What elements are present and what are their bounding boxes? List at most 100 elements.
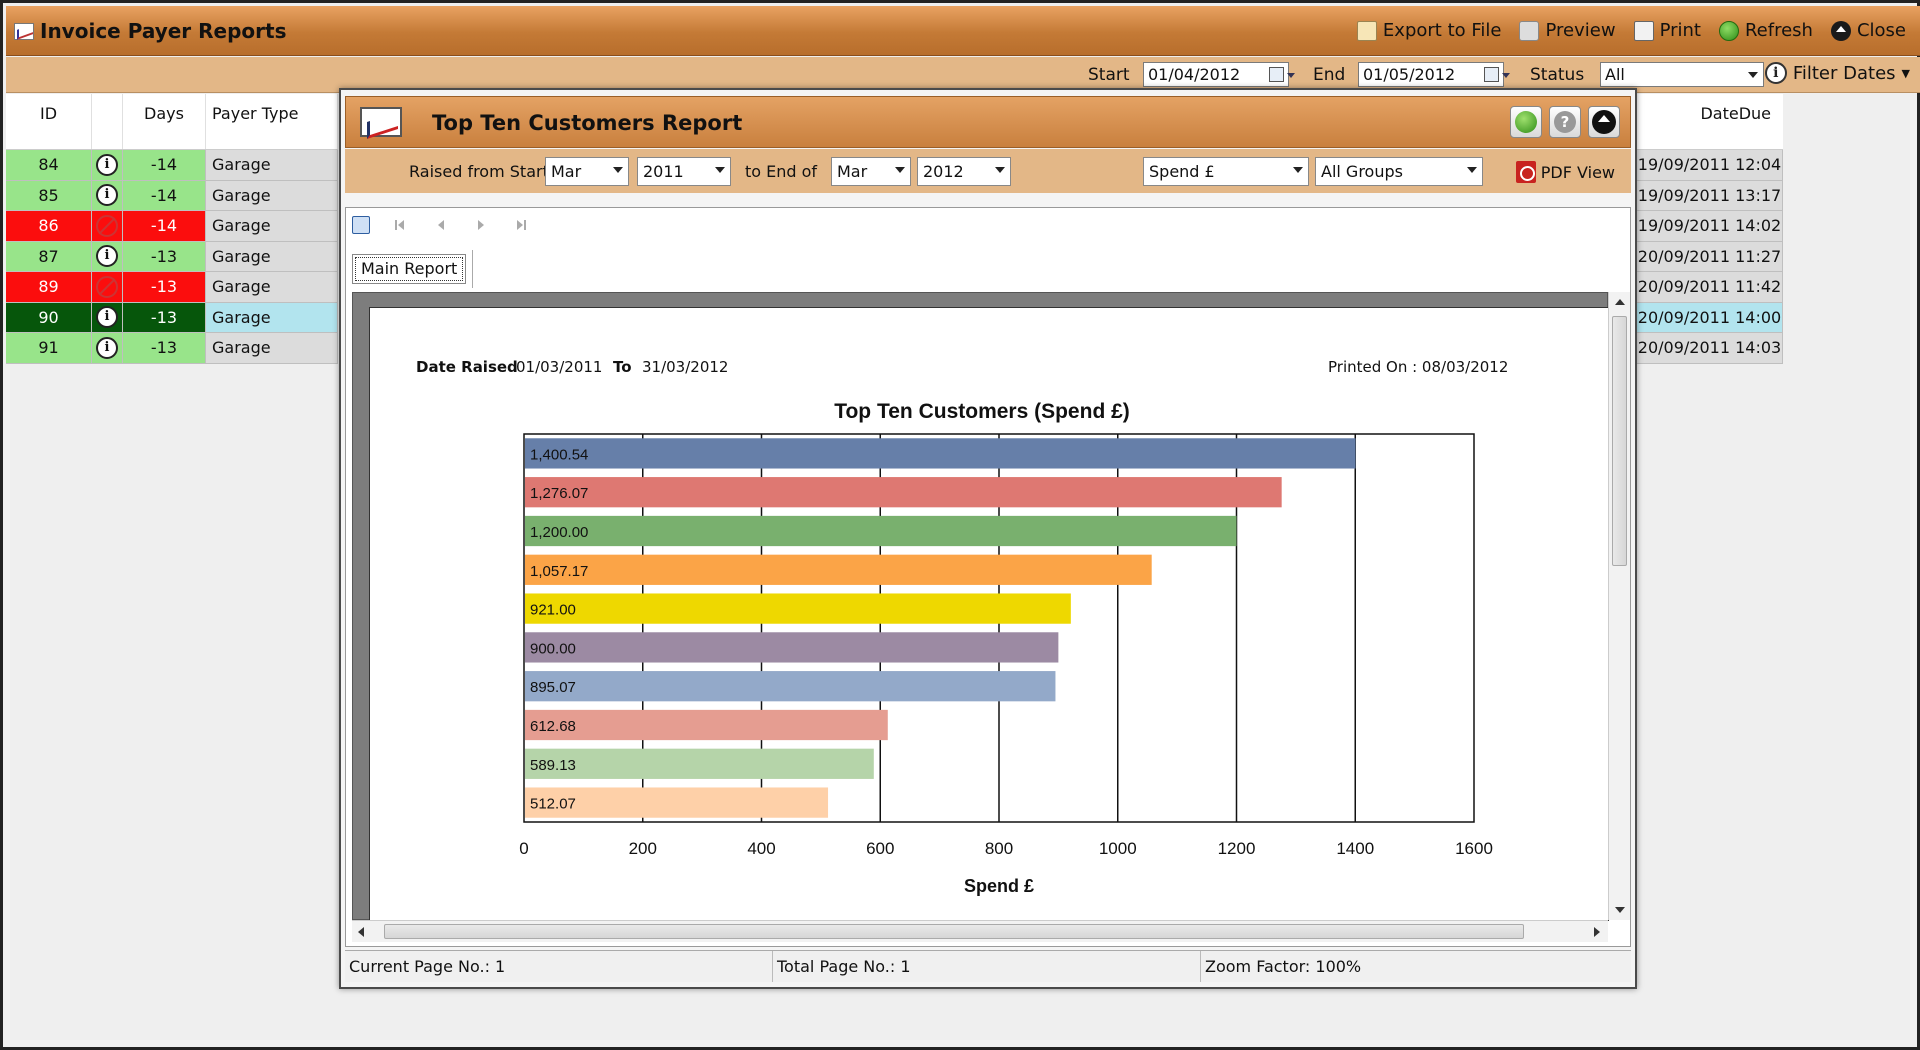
calendar-icon[interactable] xyxy=(1269,67,1295,82)
current-page-status: Current Page No.: 1 xyxy=(345,951,773,982)
close-button[interactable]: Close xyxy=(1830,20,1906,41)
cell-days: -14 xyxy=(123,150,206,180)
next-page-icon[interactable] xyxy=(472,216,490,234)
chevron-down-icon xyxy=(1467,167,1477,173)
last-page-icon[interactable] xyxy=(512,216,530,234)
cell-status-icon[interactable]: i xyxy=(92,302,123,332)
scroll-left-icon[interactable] xyxy=(358,927,364,937)
table-row[interactable]: 90 i -13 Garage xyxy=(6,302,338,333)
pdf-icon xyxy=(1515,161,1536,183)
cell-status-icon[interactable]: i xyxy=(92,150,123,180)
filter-dates-button[interactable]: i Filter Dates ▼ xyxy=(1764,62,1910,84)
chevron-down-icon xyxy=(895,167,905,173)
x-tick-label: 1400 xyxy=(1336,839,1374,858)
table-row[interactable]: 87 i -13 Garage xyxy=(6,241,338,272)
cell-status-icon[interactable] xyxy=(92,211,123,241)
to-year-select[interactable]: 2012 xyxy=(917,157,1011,186)
cell-date-due[interactable]: 20/09/2011 14:03 xyxy=(1637,333,1783,364)
scroll-up-icon[interactable] xyxy=(1615,299,1625,305)
start-date-field[interactable]: 01/04/2012 xyxy=(1143,62,1295,87)
cell-days: -13 xyxy=(123,302,206,332)
first-page-icon[interactable] xyxy=(392,216,410,234)
end-date-field[interactable]: 01/05/2012 xyxy=(1358,62,1510,87)
refresh-icon xyxy=(1515,111,1537,133)
table-row[interactable]: 84 i -14 Garage xyxy=(6,150,338,181)
blocked-icon xyxy=(96,214,118,237)
x-tick-label: 1600 xyxy=(1455,839,1493,858)
table-row[interactable]: 85 i -14 Garage xyxy=(6,180,338,211)
scroll-down-icon[interactable] xyxy=(1615,907,1625,913)
table-row[interactable]: 89 -13 Garage xyxy=(6,272,338,303)
toolbar: Export to File Preview Print Refresh Clo… xyxy=(1356,20,1906,41)
grid-body: 84 i -14 Garage 85 i -14 Garage 86 -14 Garage 87 i -1… xyxy=(6,150,338,364)
x-tick-label: 600 xyxy=(866,839,894,858)
print-button[interactable]: Print xyxy=(1633,20,1701,41)
cell-status-icon[interactable]: i xyxy=(92,333,123,363)
table-row[interactable]: 86 -14 Garage xyxy=(6,211,338,242)
cell-status-icon[interactable]: i xyxy=(92,180,123,210)
from-year-select[interactable]: 2011 xyxy=(637,157,731,186)
x-axis-label: Spend £ xyxy=(964,876,1034,896)
print-icon xyxy=(1633,20,1654,41)
preview-button[interactable]: Preview xyxy=(1519,20,1616,41)
cell-date-due[interactable]: 19/09/2011 14:02 xyxy=(1637,211,1783,242)
export-icon xyxy=(1356,20,1377,41)
zoom-status: Zoom Factor: 100% xyxy=(1205,957,1362,976)
filter-dates-label: Filter Dates xyxy=(1792,62,1896,84)
x-tick-label: 800 xyxy=(985,839,1013,858)
report-icon xyxy=(14,23,34,40)
chevron-down-icon xyxy=(995,167,1005,173)
invoice-grid: ID Days Payer Type 84 i -14 Garage 85 i -14 Gar… xyxy=(6,94,338,364)
cell-status-icon[interactable] xyxy=(92,272,123,302)
eject-icon xyxy=(1592,110,1616,134)
vertical-scrollbar[interactable] xyxy=(1608,292,1630,920)
cell-date-due[interactable]: 20/09/2011 14:00 xyxy=(1637,302,1783,333)
scroll-right-icon[interactable] xyxy=(1594,927,1600,937)
chevron-down-icon: ▼ xyxy=(1901,66,1910,80)
cell-status-icon[interactable]: i xyxy=(92,241,123,271)
table-row[interactable]: 91 i -13 Garage xyxy=(6,333,338,364)
cell-date-due[interactable]: 20/09/2011 11:42 xyxy=(1637,272,1783,303)
bar-value-label: 1,276.07 xyxy=(530,485,588,502)
cell-date-due[interactable]: 19/09/2011 12:04 xyxy=(1637,150,1783,181)
horizontal-scroll-thumb[interactable] xyxy=(384,924,1524,939)
bar-value-label: 612.68 xyxy=(530,718,576,735)
measure-select[interactable]: Spend £ xyxy=(1143,157,1309,186)
cell-date-due[interactable]: 19/09/2011 13:17 xyxy=(1637,180,1783,211)
from-month-select[interactable]: Mar xyxy=(545,157,629,186)
viewer-status-bar: Current Page No.: 1 Total Page No.: 1 Zo… xyxy=(345,950,1631,982)
export-to-file-label: Export to File xyxy=(1382,20,1502,41)
to-month-select[interactable]: Mar xyxy=(831,157,911,186)
column-header-payer-type[interactable]: Payer Type xyxy=(206,94,338,149)
group-value: All Groups xyxy=(1321,162,1403,181)
dialog-help-button[interactable]: ? xyxy=(1549,106,1581,138)
column-header-icon[interactable] xyxy=(92,94,123,149)
vertical-scroll-thumb[interactable] xyxy=(1612,316,1627,566)
app-title: Invoice Payer Reports xyxy=(40,19,287,43)
top-ten-customers-chart: Top Ten Customers (Spend £) 1,400.54 1,27… xyxy=(519,400,1493,896)
column-header-id[interactable]: ID xyxy=(6,94,92,149)
export-to-file-button[interactable]: Export to File xyxy=(1356,20,1502,41)
pdf-view-button[interactable]: PDF View xyxy=(1515,161,1615,183)
cell-date-due[interactable]: 20/09/2011 11:27 xyxy=(1637,241,1783,272)
tab-main-report[interactable]: Main Report xyxy=(352,254,467,284)
column-header-days[interactable]: Days xyxy=(123,94,206,149)
cell-payer-type: Garage xyxy=(206,180,338,210)
refresh-label: Refresh xyxy=(1744,20,1813,41)
app-window: Invoice Payer Reports Export to File Pre… xyxy=(0,0,1920,1050)
horizontal-scrollbar[interactable] xyxy=(352,920,1608,942)
bar-value-label: 921.00 xyxy=(530,602,576,619)
x-tick-label: 200 xyxy=(629,839,657,858)
column-header-date-due[interactable]: DateDue xyxy=(1700,104,1771,149)
dialog-refresh-button[interactable] xyxy=(1510,106,1542,138)
refresh-button[interactable]: Refresh xyxy=(1718,20,1813,41)
bar-value-label: 1,057.17 xyxy=(530,563,588,580)
to-year-value: 2012 xyxy=(923,162,964,181)
dialog-close-button[interactable] xyxy=(1588,106,1620,138)
print-report-icon[interactable] xyxy=(352,216,370,234)
group-select[interactable]: All Groups xyxy=(1315,157,1483,186)
chevron-down-icon xyxy=(715,167,725,173)
status-select[interactable]: All xyxy=(1600,62,1764,87)
previous-page-icon[interactable] xyxy=(432,216,450,234)
calendar-icon[interactable] xyxy=(1484,67,1510,82)
